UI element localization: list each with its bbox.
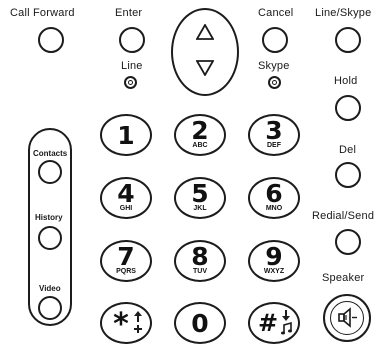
cancel-button[interactable]: [262, 27, 288, 53]
skype-led-label: Skype: [258, 60, 290, 72]
key-6[interactable]: 6 MNO: [248, 177, 300, 219]
key-2-digit: 2: [191, 116, 209, 145]
key-6-letters: MNO: [265, 205, 283, 212]
line-skype-label: Line/Skype: [315, 7, 372, 19]
history-button[interactable]: [38, 226, 62, 250]
key-4-letters: GHI: [119, 205, 133, 212]
key-hash[interactable]: #: [248, 302, 300, 344]
speaker-label: Speaker: [322, 272, 365, 284]
key-star[interactable]: *: [100, 302, 152, 344]
key-6-digit: 6: [265, 179, 283, 208]
hold-label: Hold: [334, 75, 358, 87]
enter-label: Enter: [115, 7, 143, 19]
key-9-letters: WXYZ: [263, 268, 285, 275]
line-skype-button[interactable]: [335, 27, 361, 53]
video-label: Video: [39, 284, 61, 293]
key-9[interactable]: 9 WXYZ: [248, 240, 300, 282]
key-0[interactable]: 0: [174, 302, 226, 344]
key-3-letters: DEF: [267, 142, 281, 149]
key-7-letters: PQRS: [116, 268, 136, 275]
triangle-down-icon[interactable]: [173, 60, 237, 80]
key-8-digit: 8: [191, 242, 209, 271]
speaker-icon: [338, 307, 357, 328]
key-7-digit: 7: [117, 242, 135, 271]
hash-arrow-music-icon: [281, 310, 292, 335]
key-8-letters: TUV: [193, 268, 207, 275]
key-9-digit: 9: [265, 242, 283, 271]
redial-send-label: Redial/Send: [312, 210, 375, 222]
del-button[interactable]: [335, 162, 361, 188]
key-3-digit: 3: [265, 116, 283, 145]
key-1-digit: 1: [117, 121, 135, 150]
star-arrow-plus-icon: [134, 311, 142, 333]
key-7[interactable]: 7 PQRS: [100, 240, 152, 282]
video-button[interactable]: [38, 296, 62, 320]
key-4[interactable]: 4 GHI: [100, 177, 152, 219]
key-5[interactable]: 5 JKL: [174, 177, 226, 219]
key-4-digit: 4: [117, 179, 135, 208]
key-2[interactable]: 2 ABC: [174, 114, 226, 156]
key-1[interactable]: 1: [100, 114, 152, 156]
triangle-up-icon[interactable]: [173, 23, 237, 44]
skype-led-indicator: [268, 76, 281, 89]
key-8[interactable]: 8 TUV: [174, 240, 226, 282]
call-forward-button[interactable]: [38, 27, 64, 53]
speaker-button-ring: [330, 301, 364, 335]
speaker-button[interactable]: [323, 294, 371, 342]
key-2-letters: ABC: [192, 142, 208, 149]
del-label: Del: [339, 144, 357, 156]
hold-button[interactable]: [335, 95, 361, 121]
contacts-label: Contacts: [33, 149, 68, 158]
navigation-rocker[interactable]: [171, 8, 239, 96]
cancel-label: Cancel: [258, 7, 294, 19]
call-forward-label: Call Forward: [10, 7, 75, 19]
key-0-digit: 0: [191, 309, 209, 338]
key-3[interactable]: 3 DEF: [248, 114, 300, 156]
enter-button[interactable]: [119, 27, 145, 53]
line-led-indicator: [124, 76, 137, 89]
redial-send-button[interactable]: [335, 229, 361, 255]
line-led-label: Line: [121, 60, 143, 72]
history-label: History: [35, 213, 63, 222]
key-5-letters: JKL: [193, 205, 207, 212]
contacts-button[interactable]: [38, 160, 62, 184]
key-5-digit: 5: [191, 179, 209, 208]
